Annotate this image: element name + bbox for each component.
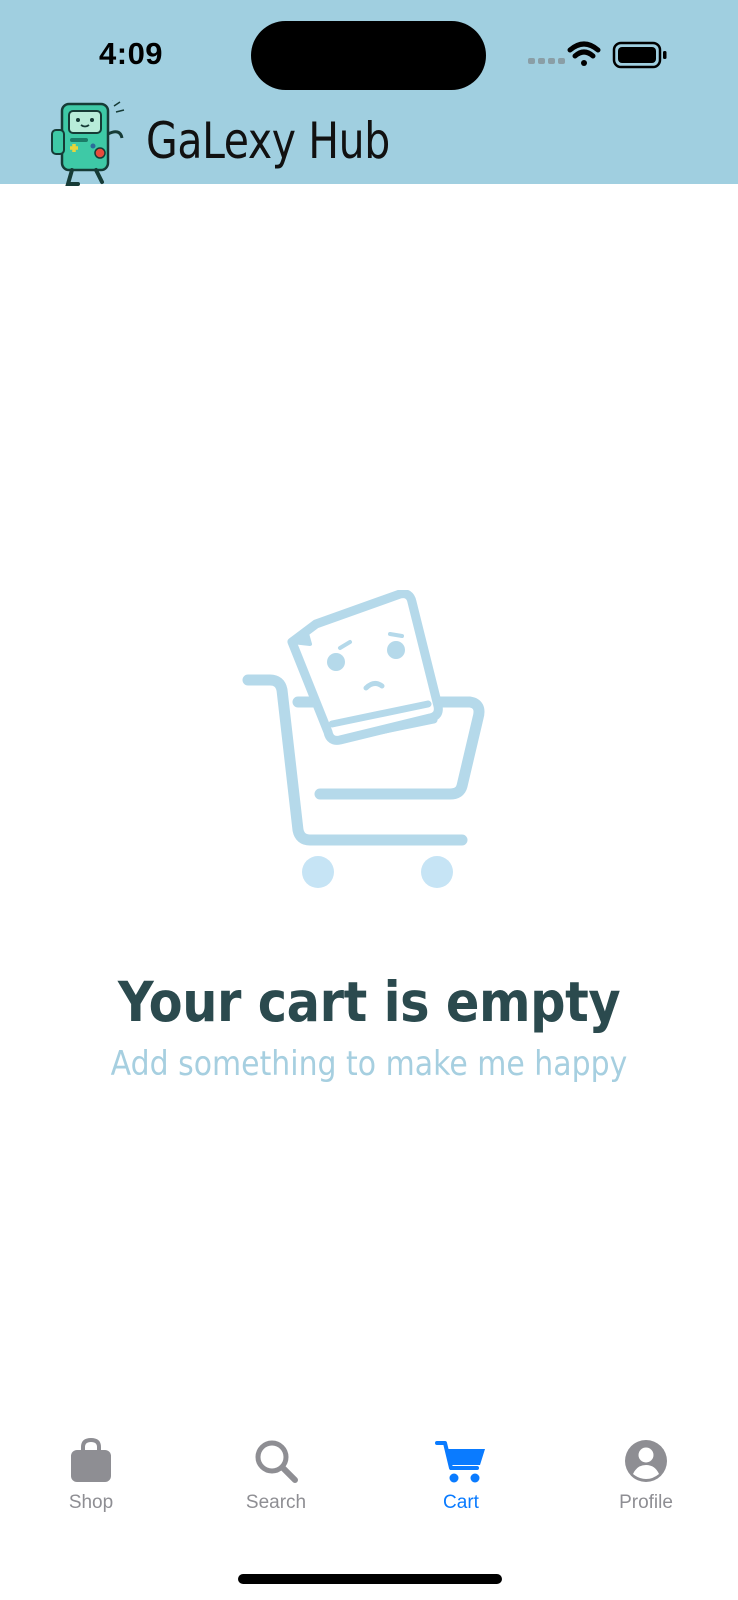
tab-label-profile: Profile xyxy=(619,1492,673,1513)
status-time: 4:09 xyxy=(99,36,164,71)
tab-label-cart: Cart xyxy=(443,1492,479,1513)
home-indicator xyxy=(238,1574,502,1584)
tab-label-search: Search xyxy=(245,1492,307,1513)
robot-mascot-icon xyxy=(51,100,125,186)
battery-icon xyxy=(612,41,667,69)
person-circle-icon xyxy=(625,1440,667,1482)
tab-shop[interactable]: Shop xyxy=(21,1438,161,1538)
tab-label-shop: Shop xyxy=(68,1492,114,1513)
cart-icon xyxy=(435,1441,485,1483)
cellular-signal-icon xyxy=(528,58,565,64)
app-title: GaLexy Hub xyxy=(146,112,390,170)
magnifier-icon xyxy=(255,1440,298,1483)
sad-receipt-cart-icon xyxy=(242,590,485,888)
tab-profile[interactable]: Profile xyxy=(576,1438,716,1538)
dynamic-island xyxy=(251,21,486,90)
status-icons xyxy=(528,41,667,69)
shopping-bag-icon xyxy=(71,1438,111,1482)
empty-cart-subtitle: Add something to make me happy xyxy=(110,1044,628,1084)
app-header: 4:09 GaLexy Hub xyxy=(0,0,738,186)
tab-search[interactable]: Search xyxy=(206,1438,346,1538)
tab-cart[interactable]: Cart xyxy=(391,1438,531,1538)
empty-cart-title: Your cart is empty xyxy=(117,970,621,1034)
wifi-icon xyxy=(567,41,601,66)
tab-bar: Shop Search Cart Profile xyxy=(0,1438,738,1538)
